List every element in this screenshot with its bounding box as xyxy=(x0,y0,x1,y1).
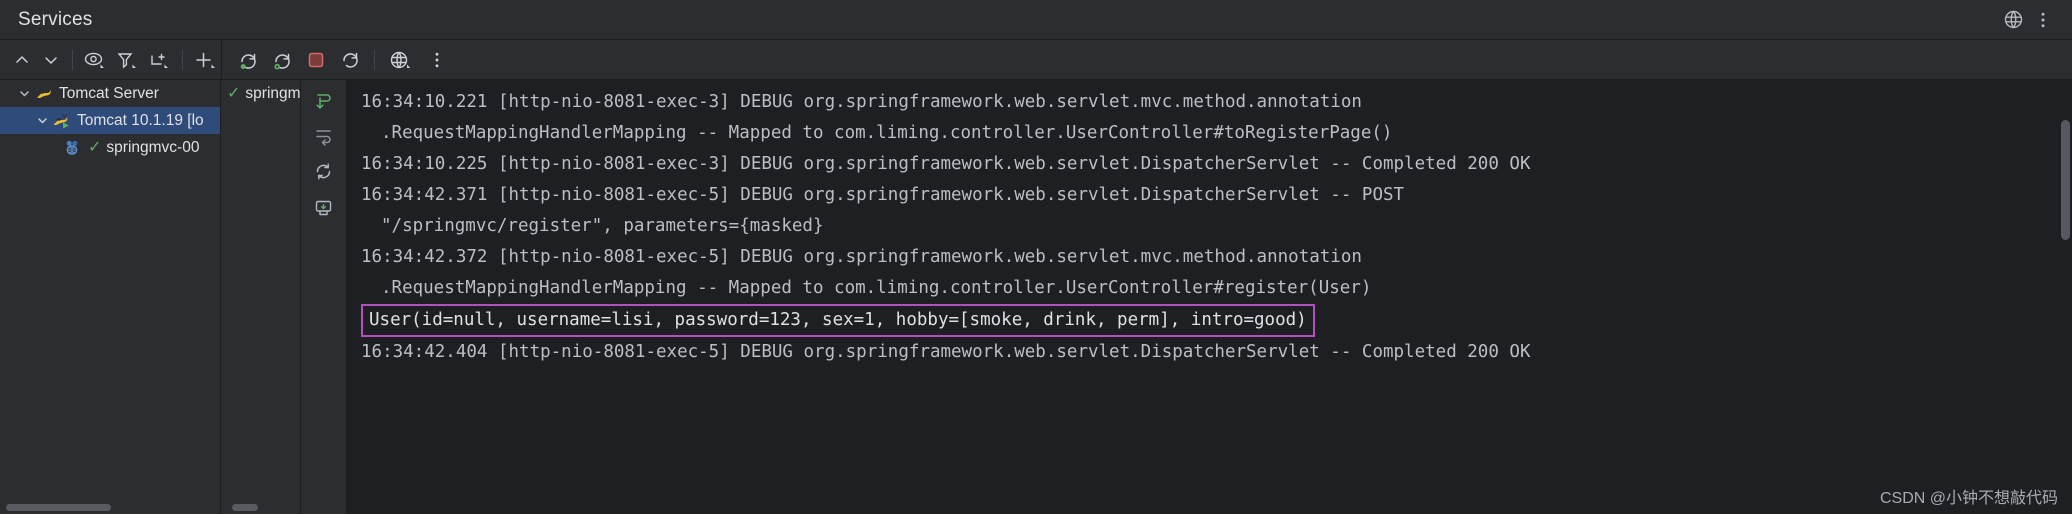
watermark: CSDN @小钟不想敲代码 xyxy=(1879,490,2058,507)
toolbar-right-group xyxy=(222,46,454,74)
toolbar-separator-1 xyxy=(71,49,73,70)
tree-item-label: Tomcat Server xyxy=(59,84,159,102)
log-line: 16:34:42.372 [http-nio-8081-exec-5] DEBU… xyxy=(361,247,1362,267)
status-check-icon: ✓ xyxy=(88,138,102,156)
tomcat-icon xyxy=(33,85,55,103)
console-vertical-scrollbar[interactable] xyxy=(2061,120,2070,240)
services-tool-window: Services Tomcat Server Tomcat 10.1.19 [l… xyxy=(0,0,2072,514)
collapse-all-icon[interactable] xyxy=(39,46,61,74)
expand-all-icon[interactable] xyxy=(11,46,33,74)
rerun-icon[interactable] xyxy=(234,46,262,74)
soft-wrap-icon[interactable] xyxy=(309,121,339,151)
log-line: 16:34:10.225 [http-nio-8081-exec-3] DEBU… xyxy=(361,154,1531,174)
console-output[interactable]: 16:34:10.221 [http-nio-8081-exec-3] DEBU… xyxy=(347,80,2072,514)
body: Tomcat Server Tomcat 10.1.19 [lo ✓ sprin… xyxy=(0,80,2072,514)
scroll-to-end-icon[interactable] xyxy=(309,86,339,116)
tree-item-tomcat-server[interactable]: Tomcat Server xyxy=(0,80,220,107)
print-icon[interactable] xyxy=(309,191,339,221)
highlighted-log-line: User(id=null, username=lisi, password=12… xyxy=(361,304,1315,337)
filter-icon[interactable] xyxy=(114,46,140,74)
highlighted-log-wrapper: User(id=null, username=lisi, password=12… xyxy=(347,304,2072,337)
run-tab-springmvc[interactable]: ✓ springmv xyxy=(221,80,300,107)
tree-item-springmvc-00[interactable]: ✓ springmvc-00 xyxy=(0,134,220,161)
artifact-icon xyxy=(62,139,84,157)
run-tab-strip[interactable]: ✓ springmv xyxy=(221,80,301,514)
page-title: Services xyxy=(18,8,93,30)
restart-icon[interactable] xyxy=(336,46,364,74)
log-line: 16:34:10.221 [http-nio-8081-exec-3] DEBU… xyxy=(361,92,1362,112)
tree-item-tomcat-10-1-19[interactable]: Tomcat 10.1.19 [lo xyxy=(0,107,220,134)
log-line: 16:34:42.371 [http-nio-8081-exec-5] DEBU… xyxy=(361,185,1405,205)
log-line: "/springmvc/register", parameters={maske… xyxy=(381,216,824,236)
toolbar-left-group xyxy=(0,46,221,74)
run-tab-label: springmv xyxy=(245,84,301,102)
chevron-down-icon[interactable] xyxy=(34,112,51,129)
refresh-icon[interactable] xyxy=(309,156,339,186)
title-bar: Services xyxy=(0,0,2072,40)
new-group-icon[interactable] xyxy=(146,46,172,74)
show-services-icon[interactable] xyxy=(83,46,109,74)
rerun-debug-icon[interactable] xyxy=(268,46,296,74)
tomcat-running-icon xyxy=(51,112,73,130)
status-check-icon: ✓ xyxy=(227,84,241,102)
tree-horizontal-scrollbar[interactable] xyxy=(6,504,111,511)
console-gutter xyxy=(301,80,347,514)
log-line: .RequestMappingHandlerMapping -- Mapped … xyxy=(381,123,1393,143)
add-icon[interactable] xyxy=(192,46,218,74)
chevron-down-icon[interactable] xyxy=(16,85,33,102)
more-icon[interactable] xyxy=(423,46,451,74)
services-tree[interactable]: Tomcat Server Tomcat 10.1.19 [lo ✓ sprin… xyxy=(0,80,221,514)
help-icon[interactable] xyxy=(1998,5,2028,35)
open-browser-icon[interactable] xyxy=(385,46,417,74)
log-line: 16:34:42.404 [http-nio-8081-exec-5] DEBU… xyxy=(361,342,1531,362)
toolbar-separator-2 xyxy=(181,49,183,70)
stop-icon[interactable] xyxy=(302,46,330,74)
more-options-icon[interactable] xyxy=(2028,5,2058,35)
run-tabs-horizontal-scrollbar[interactable] xyxy=(232,504,258,511)
toolbar xyxy=(0,40,2072,80)
tree-item-label: springmvc-00 xyxy=(106,138,200,156)
log-line: .RequestMappingHandlerMapping -- Mapped … xyxy=(381,278,1372,298)
tree-item-label: Tomcat 10.1.19 [lo xyxy=(77,111,204,129)
toolbar-separator-3 xyxy=(374,49,375,70)
